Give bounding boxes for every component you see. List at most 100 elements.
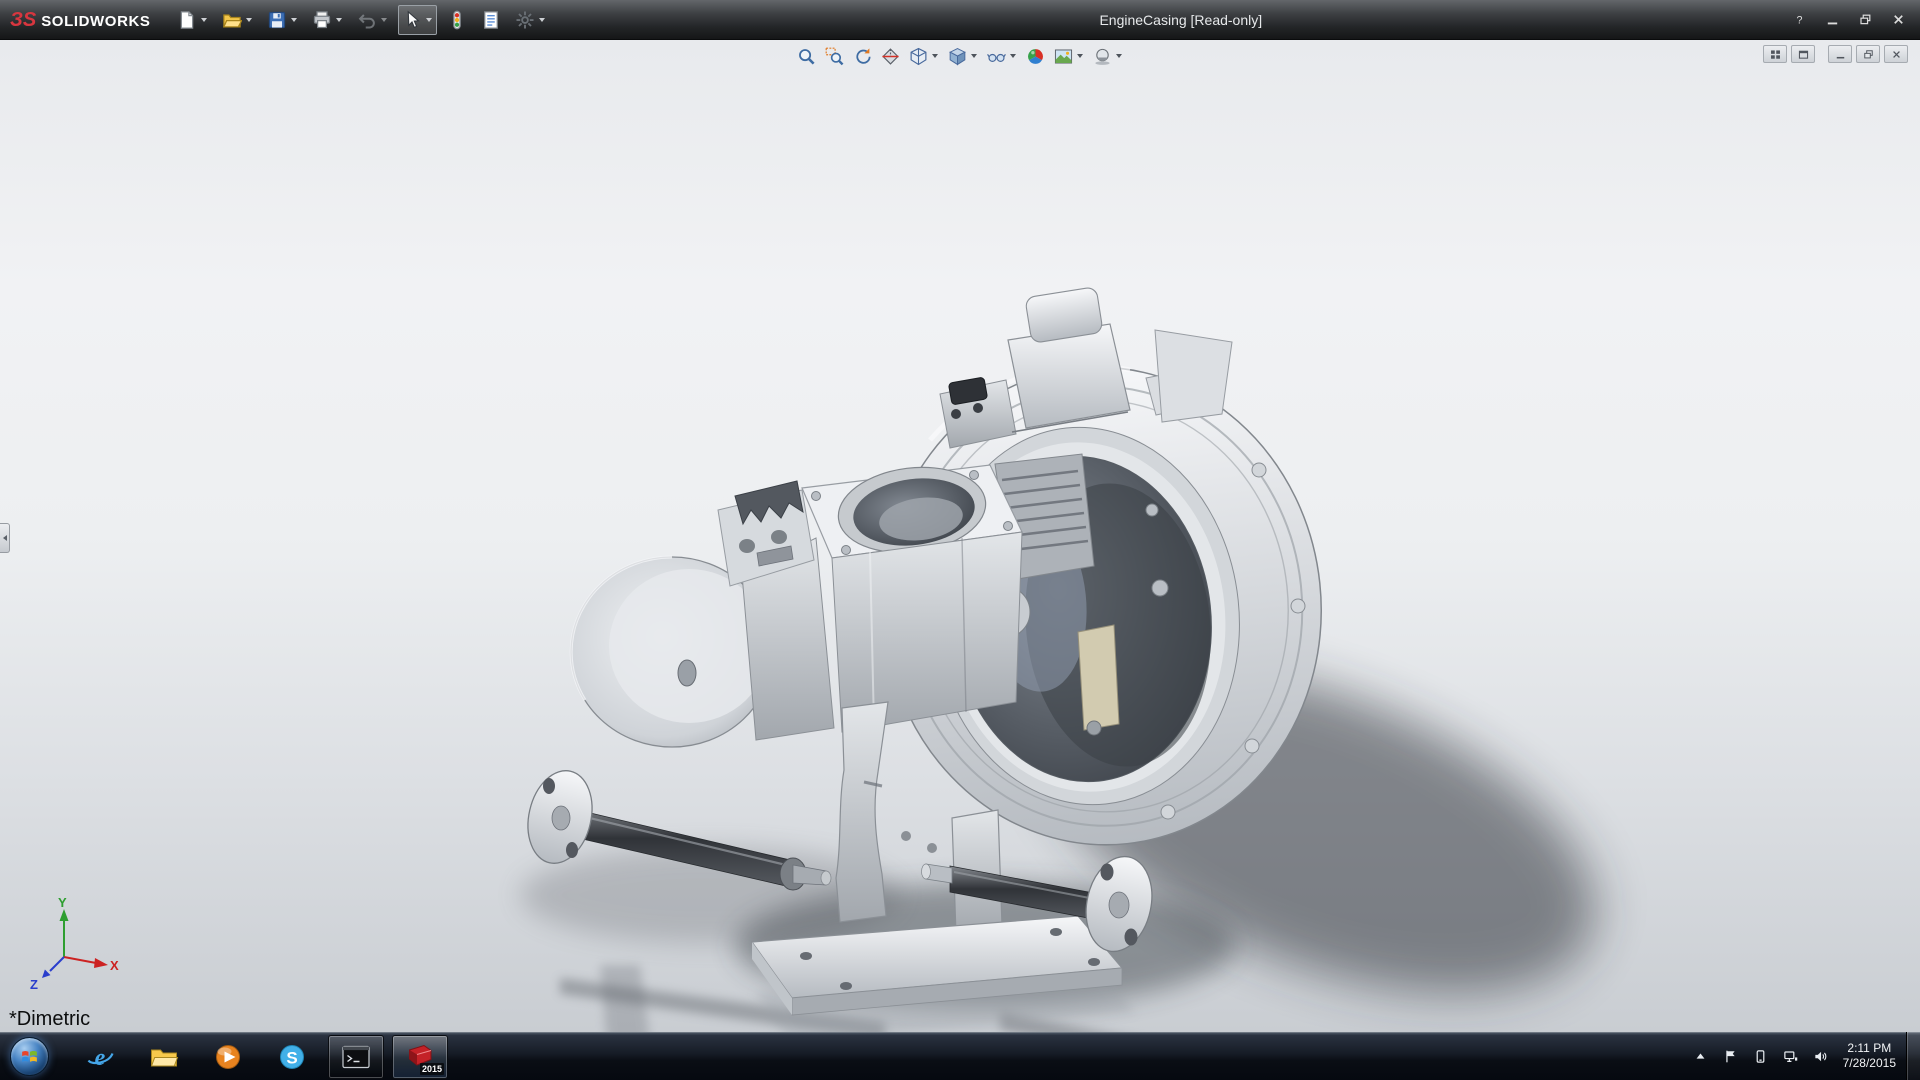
doc-new-window-button[interactable] [1791,45,1815,63]
start-button[interactable] [0,1032,58,1080]
view-settings-button[interactable] [1090,43,1126,69]
undo-button[interactable] [353,5,392,35]
open-icon [222,10,242,30]
display-style-icon [948,47,967,66]
svg-text:?: ? [1796,14,1802,26]
zoom-to-fit-icon [797,47,816,66]
internet-explorer-taskbar-button[interactable]: e [72,1035,128,1079]
undo-icon [357,10,377,30]
show-desktop-button[interactable] [1906,1032,1920,1080]
view-settings-icon [1093,47,1112,66]
print-dropdown-arrow[interactable] [336,18,342,22]
new-document-button[interactable] [173,5,212,35]
windows-explorer-icon [148,1041,180,1073]
options-icon [515,10,535,30]
show-hidden-icons-icon [1693,1049,1708,1064]
restore-icon [1858,12,1873,27]
close-button[interactable] [1884,10,1912,30]
taskbar-apps: e S 2015 [72,1034,448,1079]
apply-scene-button[interactable] [1051,43,1087,69]
doc-new-window-icon [1797,48,1810,61]
command-prompt-taskbar-button[interactable] [328,1035,384,1079]
doc-viewport-layout-button[interactable] [1763,45,1787,63]
edit-appearance-button[interactable] [1023,43,1048,69]
display-style-button[interactable] [945,43,981,69]
orientation-triad: Y X Z [24,897,119,992]
viewport-canvas[interactable] [0,40,1920,1032]
select-dropdown-arrow[interactable] [426,18,432,22]
open-dropdown-arrow[interactable] [246,18,252,22]
file-properties-icon [481,10,501,30]
minimize-button[interactable] [1818,10,1846,30]
network-button[interactable] [1779,1039,1803,1073]
window-title: EngineCasing [Read-only] [1099,12,1262,28]
volume-button[interactable] [1809,1039,1833,1073]
select-button[interactable] [398,5,437,35]
windows-taskbar: e S 2015 2:11 PM 7/28/2015 [0,1032,1920,1080]
command-prompt-icon [340,1041,372,1073]
restore-button[interactable] [1851,10,1879,30]
help-button[interactable]: ? [1785,10,1813,30]
solidworks-2015-taskbar-button[interactable]: 2015 [392,1035,448,1079]
undo-dropdown-arrow[interactable] [381,18,387,22]
zoom-to-fit-button[interactable] [794,43,819,69]
print-button[interactable] [308,5,347,35]
doc-restore-button[interactable] [1856,45,1880,63]
feature-panel-splitter-tab[interactable] [0,523,10,553]
help-icon: ? [1792,12,1807,27]
options-button[interactable] [511,5,550,35]
section-view-button[interactable] [878,43,903,69]
open-button[interactable] [218,5,257,35]
taskbar-clock[interactable]: 2:11 PM 7/28/2015 [1837,1041,1906,1071]
solidworks-window: ЗS SOLIDWORKS EngineCasing [Read-only] ? [0,0,1920,1080]
action-center-button[interactable] [1719,1039,1743,1073]
doc-restore-icon [1862,48,1875,61]
start-orb [10,1037,49,1076]
show-hidden-icons-button[interactable] [1689,1039,1713,1073]
clock-time: 2:11 PM [1843,1041,1896,1056]
doc-close-icon [1890,48,1903,61]
select-icon [402,10,422,30]
minimize-icon [1825,12,1840,27]
removable-device-icon [1753,1049,1768,1064]
apply-scene-dropdown-arrow[interactable] [1077,54,1083,58]
save-icon [267,10,287,30]
display-style-dropdown-arrow[interactable] [971,54,977,58]
hide-show-items-dropdown-arrow[interactable] [1010,54,1016,58]
heads-up-view-toolbar [794,43,1126,69]
save-button[interactable] [263,5,302,35]
view-settings-dropdown-arrow[interactable] [1116,54,1122,58]
previous-view-button[interactable] [850,43,875,69]
apply-scene-icon [1054,47,1073,66]
dassault-logo-mark: ЗS [10,10,36,30]
windows-explorer-taskbar-button[interactable] [136,1035,192,1079]
network-icon [1783,1049,1798,1064]
save-dropdown-arrow[interactable] [291,18,297,22]
rebuild-button[interactable] [443,5,471,35]
zoom-to-area-button[interactable] [822,43,847,69]
view-orientation-label: *Dimetric [9,1008,90,1031]
volume-icon [1813,1049,1828,1064]
view-orientation-dropdown-arrow[interactable] [932,54,938,58]
graphics-viewport[interactable]: Y X Z *Dimetric [0,40,1920,1032]
system-tray [1689,1039,1833,1073]
doc-minimize-icon [1834,48,1847,61]
triad-x-label: X [110,958,119,973]
doc-minimize-button[interactable] [1828,45,1852,63]
options-dropdown-arrow[interactable] [539,18,545,22]
doc-close-button[interactable] [1884,45,1908,63]
new-document-dropdown-arrow[interactable] [201,18,207,22]
internet-explorer-icon: e [84,1041,116,1073]
close-icon [1891,12,1906,27]
zoom-to-area-icon [825,47,844,66]
hide-show-items-button[interactable] [984,43,1020,69]
view-orientation-button[interactable] [906,43,942,69]
titlebar: ЗS SOLIDWORKS EngineCasing [Read-only] ? [0,0,1920,40]
hide-show-items-icon [987,47,1006,66]
media-player-taskbar-button[interactable] [200,1035,256,1079]
skype-taskbar-button[interactable]: S [264,1035,320,1079]
new-document-icon [177,10,197,30]
rebuild-icon [447,10,467,30]
file-properties-button[interactable] [477,5,505,35]
removable-device-button[interactable] [1749,1039,1773,1073]
